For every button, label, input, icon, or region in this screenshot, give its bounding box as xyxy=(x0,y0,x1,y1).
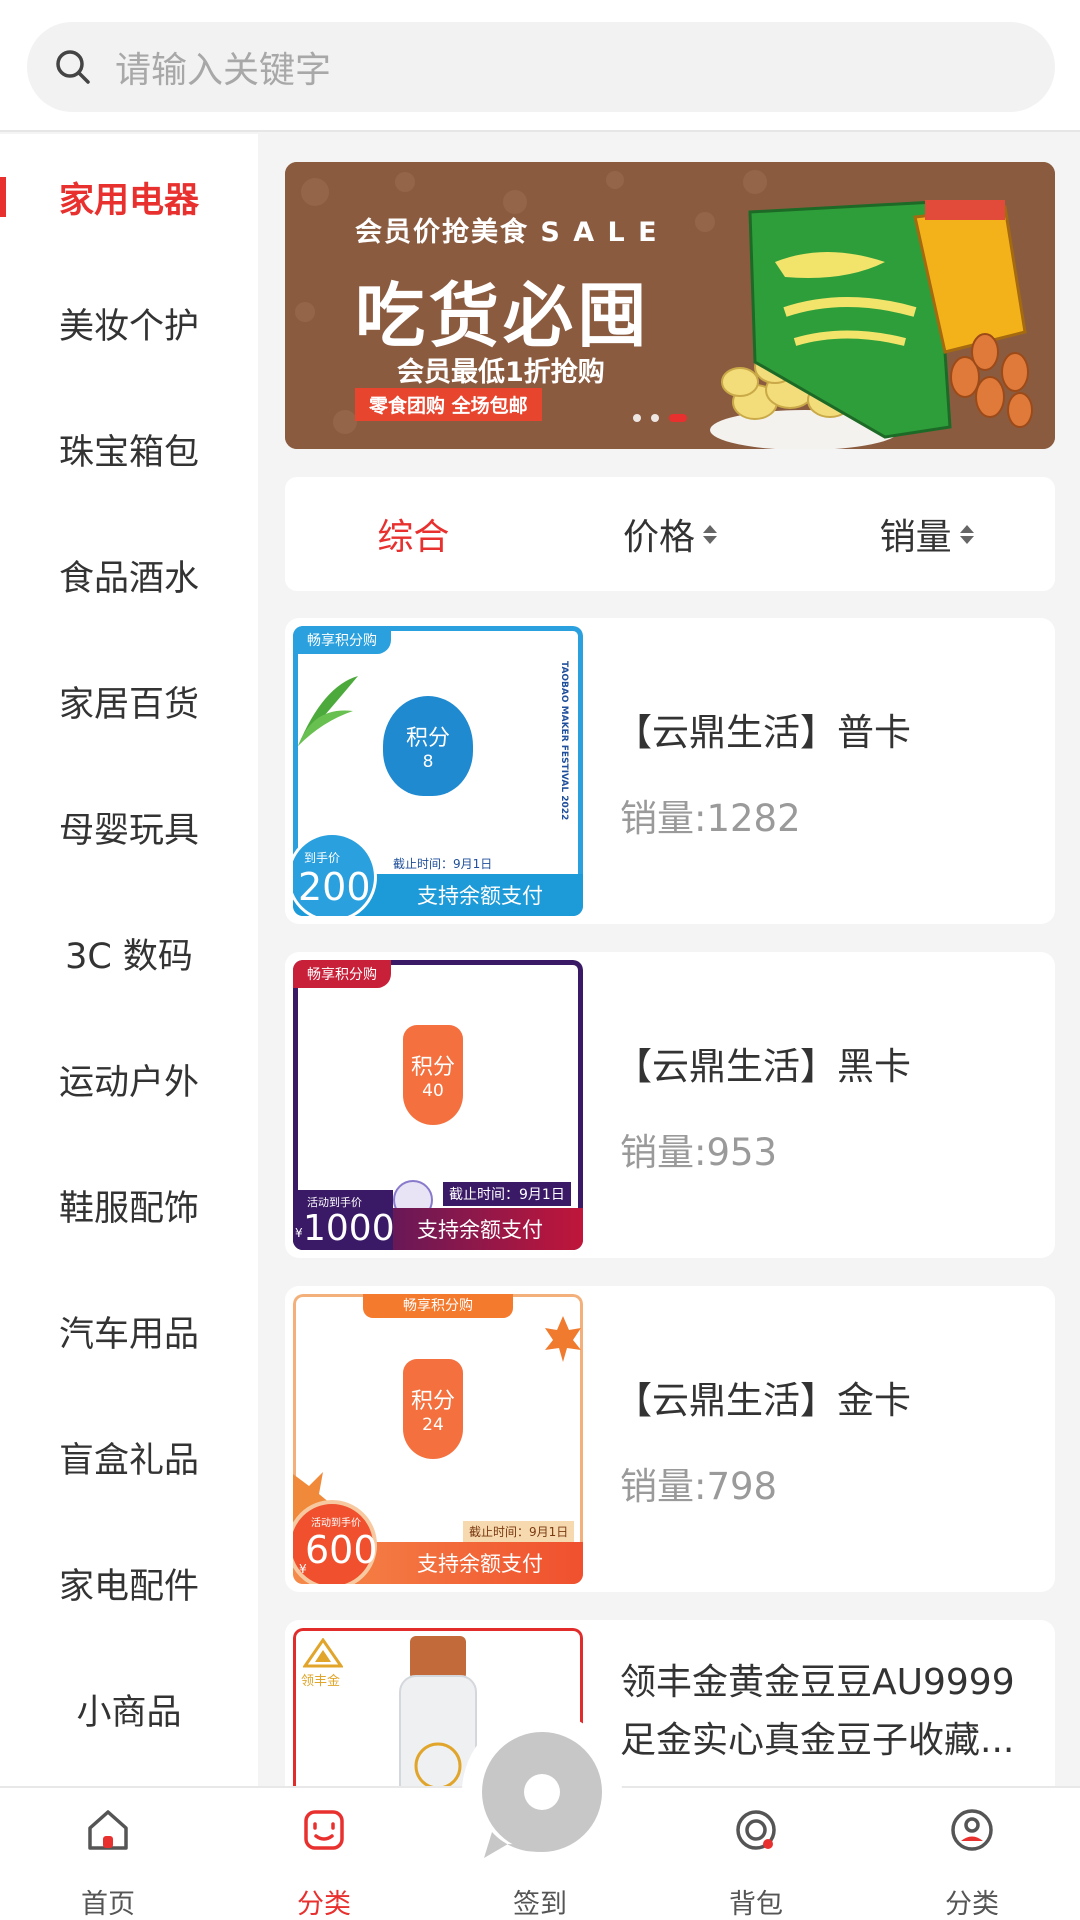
banner-line1: 会员价抢美食 S A L E xyxy=(355,217,659,248)
sidebar-item-sports[interactable]: 运动户外 xyxy=(0,1016,258,1142)
deadline-label: 截止时间：9月1日 xyxy=(393,857,493,871)
brand-name: 领丰金 xyxy=(301,1674,341,1689)
sidebar-item-jewelry-bags[interactable]: 珠宝箱包 xyxy=(0,386,258,512)
tab-backpack[interactable]: 背包 xyxy=(648,1788,864,1920)
pay-support-label: 支持余额支付 xyxy=(417,1218,543,1242)
sort-sales-label: 销量 xyxy=(879,517,952,558)
product-card[interactable]: 畅享积分购 积分 24 支持余额支付 截止时间：9月1日 活动到手价 ¥ 600… xyxy=(285,1286,1055,1592)
header: 请输入关键字 xyxy=(0,0,1080,132)
banner-title: 吃货必囤 xyxy=(355,275,651,357)
points-badge-title: 积分 xyxy=(405,726,450,751)
price-value: 1000 xyxy=(303,1208,395,1249)
search-bar[interactable]: 请输入关键字 xyxy=(27,22,1055,112)
app-screen: 请输入关键字 家用电器 美妆个护 珠宝箱包 食品酒水 家居百货 母婴玩具 3C … xyxy=(0,0,1080,1920)
tab-home-label: 首页 xyxy=(81,1889,135,1920)
sort-arrows-icon xyxy=(959,524,974,544)
points-badge-number: 40 xyxy=(422,1081,444,1101)
pay-support-label: 支持余额支付 xyxy=(417,884,543,908)
points-badge: 积分 40 xyxy=(403,1025,463,1125)
category-icon xyxy=(304,1810,344,1850)
product-image: 畅享积分购 积分 24 支持余额支付 截止时间：9月1日 活动到手价 ¥ 600 xyxy=(293,1294,583,1584)
price-label: 活动到手价 xyxy=(311,1518,361,1529)
product-name-line1: 领丰金黄金豆豆AU9999 xyxy=(620,1662,1015,1703)
sort-price-label: 价格 xyxy=(623,517,696,558)
brand-logo-icon xyxy=(303,1638,343,1668)
deadline-label: 截止时间：9月1日 xyxy=(463,1521,575,1542)
search-icon xyxy=(56,50,90,84)
sort-sales[interactable]: 销量 xyxy=(798,508,1055,560)
sort-bar: 综合 价格 销量 xyxy=(285,477,1055,591)
points-badge-title: 积分 xyxy=(410,1389,455,1414)
tab-category[interactable]: 分类 xyxy=(216,1788,432,1920)
product-card[interactable]: 畅享积分购 积分 40 支持余额支付 截止时间：9月1日 活动到手价 ¥ 100… xyxy=(285,952,1055,1258)
promo-banner[interactable]: 会员价抢美食 S A L E 吃货必囤 会员最低1折抢购 零食团购 全场包邮 xyxy=(285,162,1055,449)
sidebar-item-baby-toys[interactable]: 母婴玩具 xyxy=(0,764,258,890)
product-image: 畅享积分购 积分 40 支持余额支付 截止时间：9月1日 活动到手价 ¥ 100… xyxy=(293,960,583,1250)
price-value: 200 xyxy=(298,865,371,909)
tab-profile-label: 分类 xyxy=(945,1889,999,1920)
sidebar-item-apparel[interactable]: 鞋服配饰 xyxy=(0,1142,258,1268)
deadline-label: 截止时间：9月1日 xyxy=(443,1182,571,1206)
tab-backpack-label: 背包 xyxy=(729,1889,783,1920)
product-image: 畅享积分购 积分 8 TAOBAO MAKER FESTIVAL 2022 支持… xyxy=(293,626,583,916)
points-badge-number: 24 xyxy=(422,1415,444,1435)
product-name-line2: 足金实心真金豆子收藏... xyxy=(620,1720,1015,1761)
product-name: 领丰金黄金豆豆AU9999 足金实心真金豆子收藏... xyxy=(620,1654,1040,1770)
sort-price[interactable]: 价格 xyxy=(542,508,799,560)
sidebar-item-digital[interactable]: 3C 数码 xyxy=(0,890,258,1016)
tab-home[interactable]: 首页 xyxy=(0,1788,216,1920)
category-sidebar: 家用电器 美妆个护 珠宝箱包 食品酒水 家居百货 母婴玩具 3C 数码 运动户外… xyxy=(0,134,258,1786)
side-text: TAOBAO MAKER FESTIVAL 2022 xyxy=(559,661,569,821)
points-badge: 积分 8 xyxy=(383,696,473,796)
pager-dot xyxy=(633,414,641,422)
sidebar-item-appliance-parts[interactable]: 家电配件 xyxy=(0,1520,258,1646)
product-tag: 畅享积分购 xyxy=(363,1294,513,1318)
price-badge: 活动到手价 ¥ 1000 xyxy=(293,1190,395,1250)
banner-pager xyxy=(633,414,687,422)
tab-profile[interactable]: 分类 xyxy=(864,1788,1080,1920)
checkin-icon xyxy=(482,1732,602,1858)
sidebar-item-beauty[interactable]: 美妆个护 xyxy=(0,260,258,386)
banner-line3: 会员最低1折抢购 xyxy=(397,357,605,388)
checkin-button[interactable] xyxy=(462,1712,622,1872)
points-badge: 积分 24 xyxy=(403,1359,463,1459)
points-badge-number: 8 xyxy=(422,752,434,772)
product-name: 【云鼎生活】普卡 xyxy=(615,711,911,754)
sort-comprehensive-label: 综合 xyxy=(377,517,450,558)
product-sales: 销量:798 xyxy=(620,1465,778,1508)
product-tag: 畅享积分购 xyxy=(293,960,391,988)
product-tag: 畅享积分购 xyxy=(293,626,391,654)
product-sales: 销量:1282 xyxy=(620,797,801,840)
points-badge-title: 积分 xyxy=(410,1055,455,1080)
product-card[interactable]: 领丰金 领丰金黄金豆豆AU9999 足金实心真金豆子收藏... xyxy=(285,1620,1055,1800)
maple-leaf-icon xyxy=(545,1316,581,1362)
product-name: 【云鼎生活】黑卡 xyxy=(615,1045,911,1088)
palm-leaf-icon xyxy=(298,676,358,746)
sidebar-item-small-goods[interactable]: 小商品 xyxy=(0,1646,258,1772)
product-card[interactable]: 畅享积分购 积分 8 TAOBAO MAKER FESTIVAL 2022 支持… xyxy=(285,618,1055,924)
pager-dot-active xyxy=(669,414,687,422)
product-sales: 销量:953 xyxy=(620,1131,778,1174)
tab-category-label: 分类 xyxy=(297,1889,351,1920)
price-label: 到手价 xyxy=(304,851,341,865)
pager-dot xyxy=(651,414,659,422)
tab-checkin-label: 签到 xyxy=(513,1889,567,1920)
sort-comprehensive[interactable]: 综合 xyxy=(285,508,542,560)
profile-icon xyxy=(951,1809,993,1851)
currency-symbol: ¥ xyxy=(295,1226,303,1240)
pay-support-label: 支持余额支付 xyxy=(417,1552,543,1576)
product-name: 【云鼎生活】金卡 xyxy=(615,1379,911,1422)
home-icon xyxy=(88,1810,128,1850)
sidebar-item-auto[interactable]: 汽车用品 xyxy=(0,1268,258,1394)
sidebar-item-home-goods[interactable]: 家居百货 xyxy=(0,638,258,764)
sidebar-item-appliances[interactable]: 家用电器 xyxy=(0,134,258,260)
sidebar-item-blind-box[interactable]: 盲盒礼品 xyxy=(0,1394,258,1520)
search-placeholder[interactable]: 请输入关键字 xyxy=(115,41,331,93)
sidebar-item-food-drinks[interactable]: 食品酒水 xyxy=(0,512,258,638)
banner-tag: 零食团购 全场包邮 xyxy=(355,388,542,421)
sort-arrows-icon xyxy=(703,524,718,544)
backpack-icon xyxy=(736,1810,776,1850)
price-value: 600 xyxy=(305,1528,378,1572)
